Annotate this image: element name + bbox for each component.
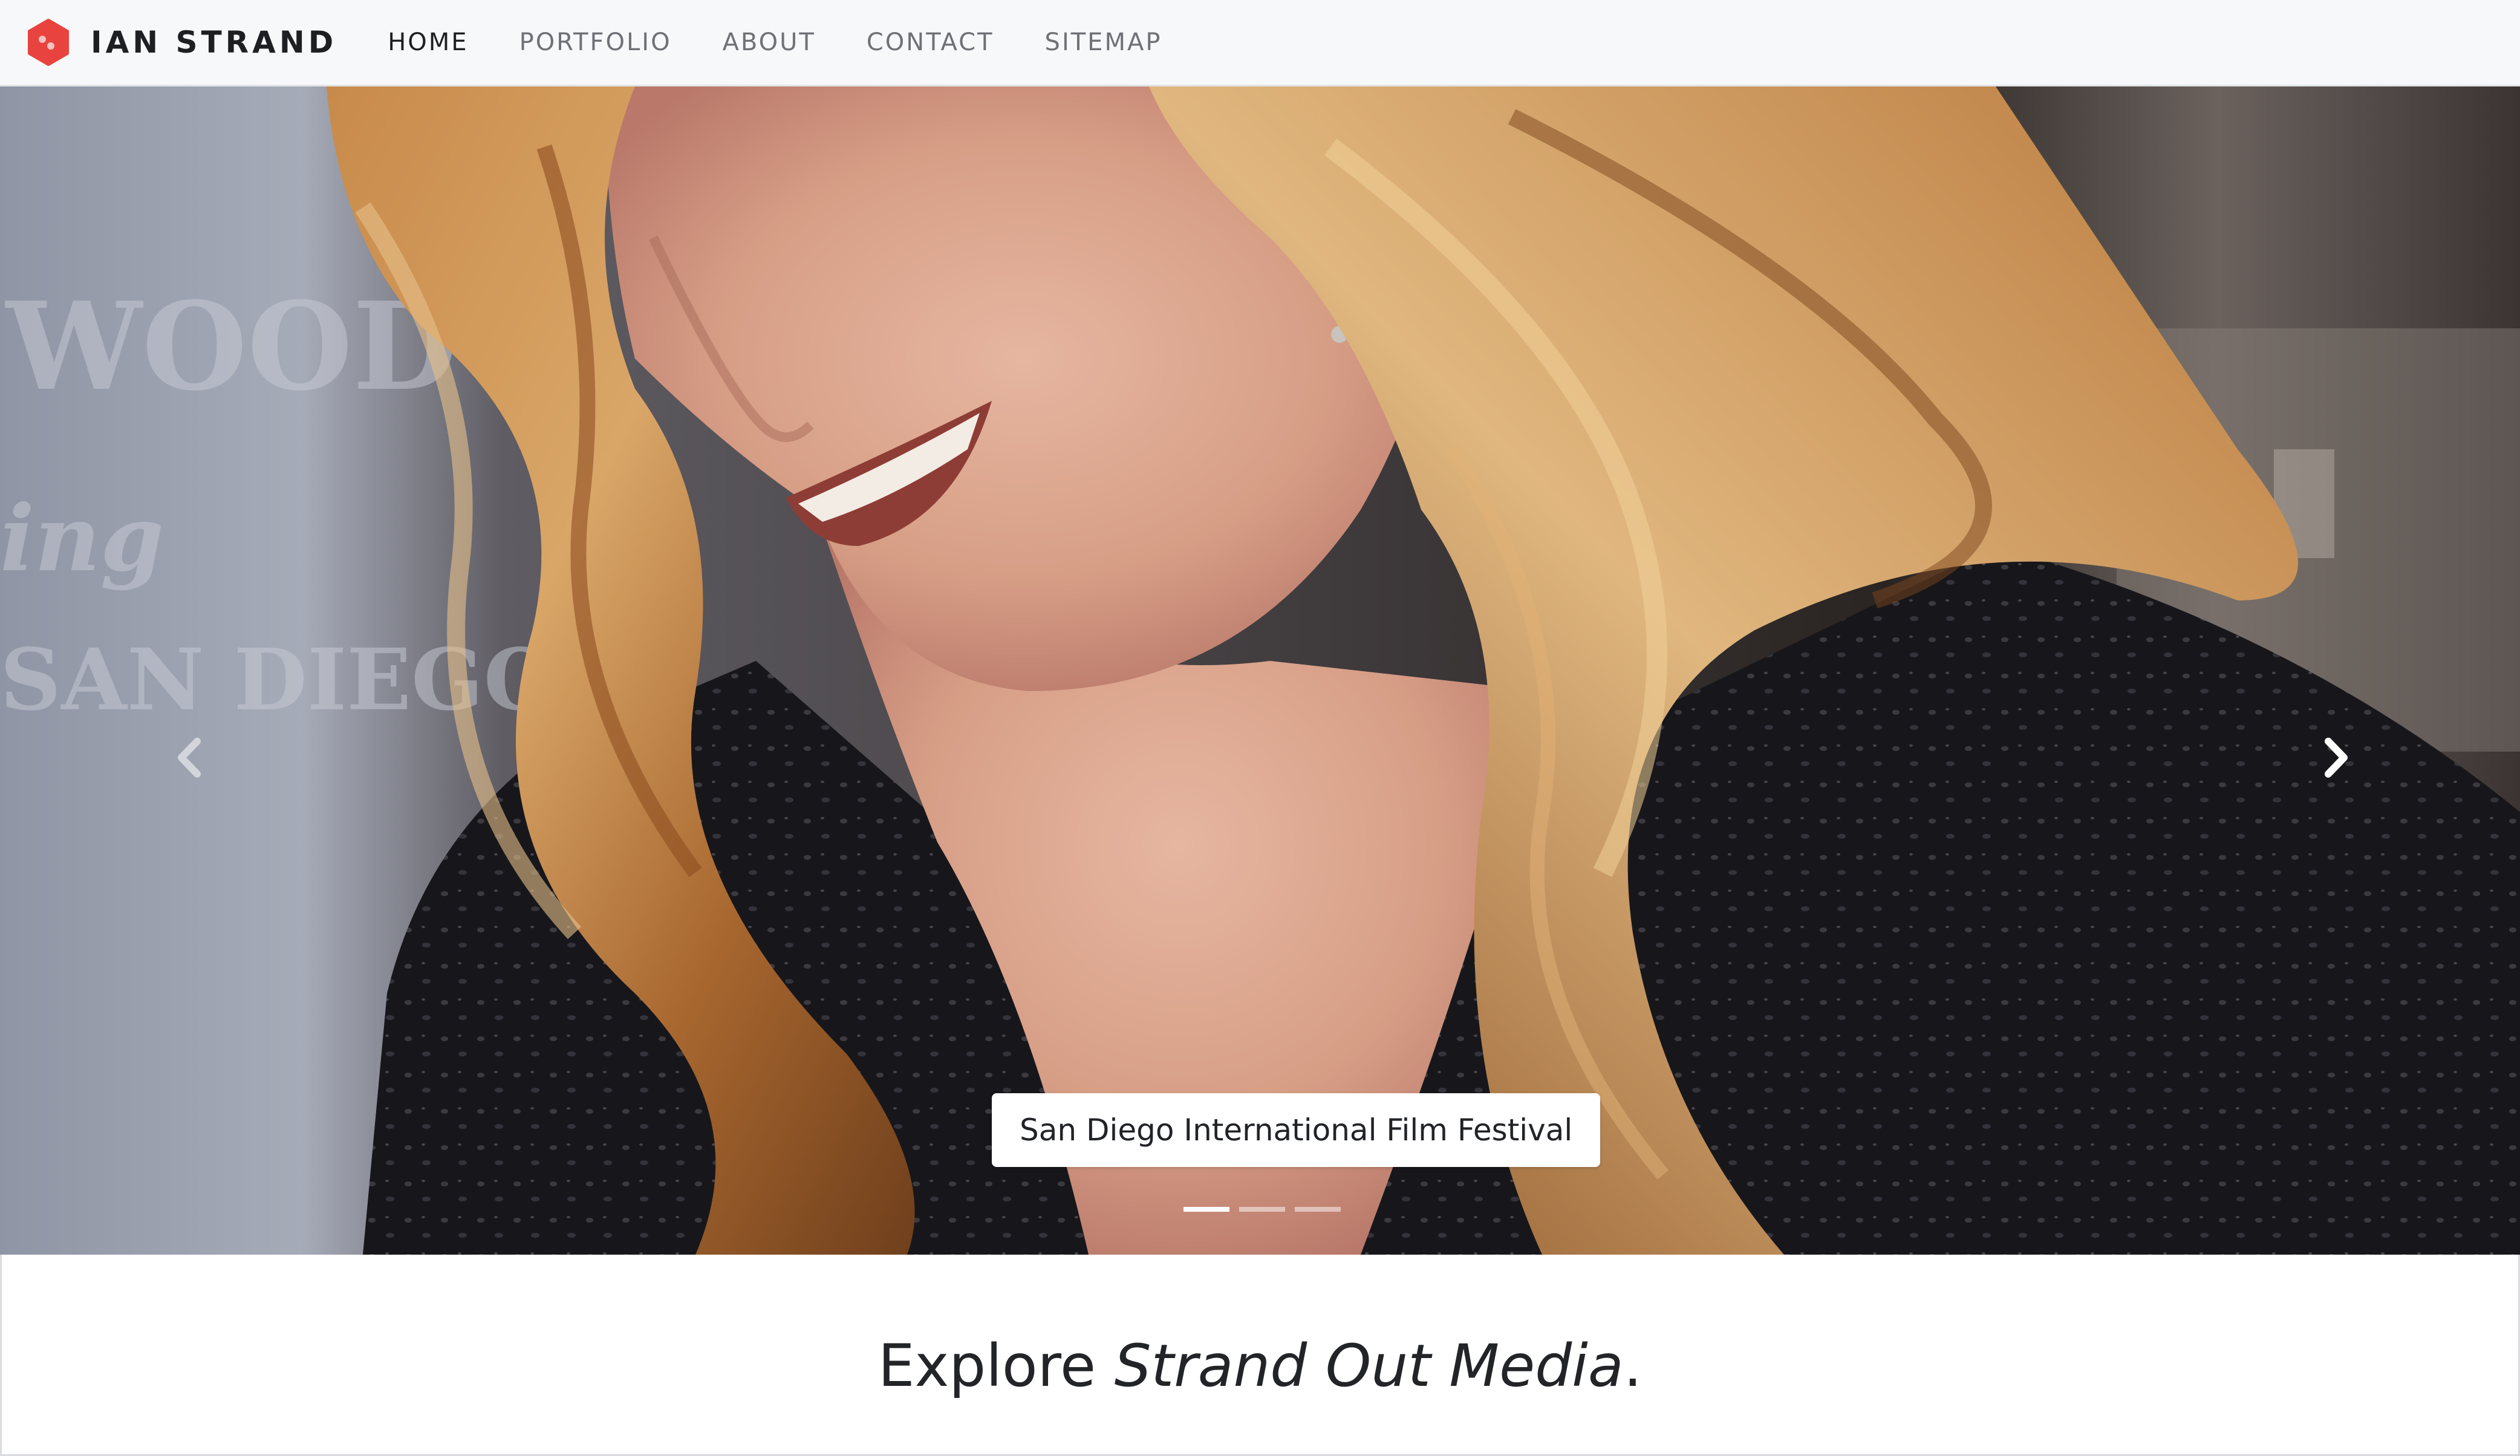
nav-item-sitemap[interactable]: SITEMAP xyxy=(1045,28,1162,56)
intro-heading-prefix: Explore xyxy=(877,1332,1115,1400)
intro-heading: Explore Strand Out Media. xyxy=(2,1332,2518,1400)
chevron-left-icon xyxy=(174,736,204,779)
carousel-indicator-3[interactable] xyxy=(1295,1207,1341,1212)
intro-heading-suffix: . xyxy=(1623,1332,1643,1400)
nav-item-about[interactable]: ABOUT xyxy=(723,28,816,56)
intro-heading-emphasis: Strand Out Media xyxy=(1114,1332,1624,1400)
nav-item-home[interactable]: HOME xyxy=(388,28,468,56)
chevron-right-icon xyxy=(2321,736,2351,779)
hero-carousel: WOOD ing SAN DIEGO San Diego Internation… xyxy=(0,86,2520,1255)
svg-text:ing: ing xyxy=(0,486,164,592)
svg-text:SAN DIEGO: SAN DIEGO xyxy=(0,631,558,730)
top-navbar: IAN STRAND HOME PORTFOLIO ABOUT CONTACT … xyxy=(0,0,2520,86)
brand-logo-icon xyxy=(24,18,73,67)
carousel-indicator-1[interactable] xyxy=(1183,1207,1229,1212)
hero-photo: WOOD ing SAN DIEGO xyxy=(0,86,2520,1255)
nav-item-portfolio[interactable]: PORTFOLIO xyxy=(519,28,672,56)
brand-name: IAN STRAND xyxy=(91,25,337,60)
page: IAN STRAND HOME PORTFOLIO ABOUT CONTACT … xyxy=(0,0,2520,1456)
svg-text:WOOD: WOOD xyxy=(5,276,457,418)
carousel-prev-button[interactable] xyxy=(156,715,223,800)
nav-links: HOME PORTFOLIO ABOUT CONTACT SITEMAP xyxy=(388,28,1213,56)
carousel-indicators xyxy=(1183,1207,1341,1212)
carousel-indicator-2[interactable] xyxy=(1239,1207,1285,1212)
carousel-next-button[interactable] xyxy=(2303,715,2369,800)
intro-section: Explore Strand Out Media. xyxy=(0,1255,2520,1456)
carousel-caption: San Diego International Film Festival xyxy=(992,1093,1601,1167)
brand-link[interactable]: IAN STRAND xyxy=(24,18,337,67)
nav-item-contact[interactable]: CONTACT xyxy=(867,28,994,56)
